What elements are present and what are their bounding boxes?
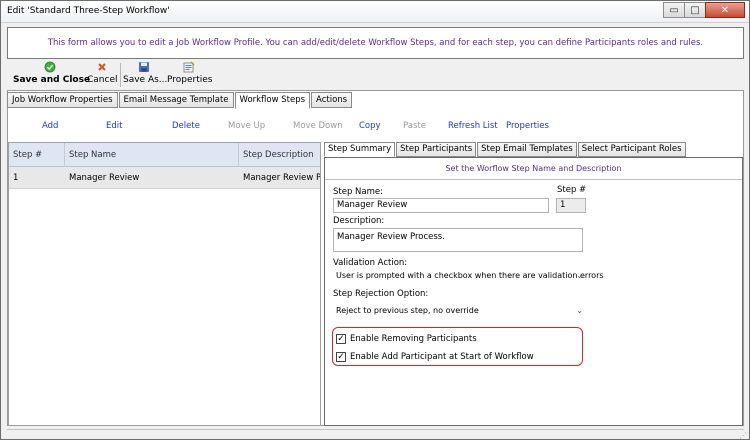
step-name-label: Step Name: — [333, 187, 383, 197]
maximize-icon: □ — [690, 5, 700, 16]
window-controls: ▭ □ ✕ — [663, 2, 745, 18]
step-number-label: Step # — [557, 185, 587, 195]
validation-action-label: Validation Action: — [333, 258, 408, 268]
cancel-button[interactable]: Cancel — [87, 61, 118, 89]
add-step-link[interactable]: Add — [42, 121, 58, 131]
enable-removing-participants-label: Enable Removing Participants — [350, 334, 477, 344]
column-header-step-description[interactable]: Step Description — [239, 143, 320, 167]
step-name-input[interactable]: Manager Review — [333, 198, 549, 213]
properties-toolbar-button[interactable]: Properties — [167, 61, 213, 89]
move-down-link[interactable]: Move Down — [293, 121, 343, 131]
properties-icon — [183, 61, 195, 73]
step-rejection-value: Reject to previous step, no override — [336, 306, 479, 315]
tab-step-email-templates[interactable]: Step Email Templates — [477, 142, 577, 157]
save-and-close-label: Save and Close — [13, 75, 91, 85]
properties-label: Properties — [167, 75, 213, 85]
save-and-close-button[interactable]: Save and Close — [13, 61, 91, 89]
title-bar: Edit 'Standard Three-Step Workflow' ▭ □ … — [1, 1, 749, 23]
edit-workflow-window: Edit 'Standard Three-Step Workflow' ▭ □ … — [0, 0, 750, 440]
column-header-step-number[interactable]: Step # — [9, 143, 65, 167]
copy-link[interactable]: Copy — [359, 121, 381, 131]
tab-email-message-template[interactable]: Email Message Template — [118, 92, 234, 108]
validation-action-select[interactable]: User is prompted with a checkbox when th… — [333, 268, 604, 284]
close-icon: ✕ — [720, 5, 730, 16]
tab-actions[interactable]: Actions — [311, 92, 353, 108]
step-rejection-select[interactable]: Reject to previous step, no override ⌄ — [333, 303, 585, 319]
maximize-button[interactable]: □ — [684, 2, 706, 18]
refresh-list-link[interactable]: Refresh List — [448, 121, 498, 131]
step-action-bar: Add Edit Delete Move Up Move Down Copy P… — [8, 115, 743, 137]
description-label: Description: — [333, 216, 385, 226]
cell-step-name: Manager Review — [69, 173, 140, 183]
properties-link[interactable]: Properties — [506, 121, 549, 131]
step-rejection-label: Step Rejection Option: — [333, 289, 429, 299]
description-textarea[interactable]: Manager Review Process. — [333, 228, 583, 252]
tab-job-workflow-properties[interactable]: Job Workflow Properties — [7, 92, 118, 108]
tab-step-summary[interactable]: Step Summary — [324, 142, 396, 157]
grid-header: Step # Step Name Step Description — [9, 143, 320, 167]
workflow-steps-grid: Step # Step Name Step Description 1 Mana… — [8, 142, 321, 426]
window-title: Edit 'Standard Three-Step Workflow' — [7, 6, 170, 16]
toolbar: Save and Close Cancel Save As... Propert… — [7, 61, 744, 89]
enable-removing-participants-checkbox[interactable]: ✓ — [336, 334, 346, 344]
validation-action-value: User is prompted with a checkbox when th… — [336, 271, 604, 280]
step-number-field: 1 — [556, 198, 586, 213]
step-tab-strip: Step Summary Step Participants Step Emai… — [324, 142, 687, 157]
column-header-step-name[interactable]: Step Name — [65, 143, 239, 167]
chevron-down-icon: ⌄ — [576, 271, 583, 280]
paste-link[interactable]: Paste — [403, 121, 426, 131]
close-window-button[interactable]: ✕ — [705, 2, 745, 18]
save-as-label: Save As... — [123, 75, 168, 85]
tab-select-participant-roles[interactable]: Select Participant Roles — [577, 142, 686, 157]
enable-removing-participants-row[interactable]: ✓ Enable Removing Participants — [336, 332, 477, 346]
enable-add-participant-row[interactable]: ✓ Enable Add Participant at Start of Wor… — [336, 350, 534, 364]
floppy-disk-icon — [139, 62, 149, 72]
delete-step-link[interactable]: Delete — [172, 121, 200, 131]
cancel-label: Cancel — [87, 75, 118, 85]
enable-add-participant-checkbox[interactable]: ✓ — [336, 352, 346, 362]
status-bar — [7, 429, 744, 437]
tab-workflow-steps[interactable]: Workflow Steps — [234, 92, 311, 109]
table-row[interactable]: 1 Manager Review Manager Review Process. — [9, 167, 321, 189]
info-banner: This form allows you to edit a Job Workf… — [7, 27, 744, 59]
move-up-link[interactable]: Move Up — [228, 121, 265, 131]
tab-step-participants[interactable]: Step Participants — [396, 142, 477, 157]
edit-step-link[interactable]: Edit — [106, 121, 122, 131]
minimize-button[interactable]: ▭ — [663, 2, 685, 18]
check-circle-icon — [44, 61, 56, 73]
enable-add-participant-label: Enable Add Participant at Start of Workf… — [350, 352, 534, 362]
toolbar-separator — [120, 63, 121, 87]
cell-step-number: 1 — [13, 173, 19, 183]
x-icon — [98, 63, 106, 71]
cell-step-description: Manager Review Process. — [243, 173, 321, 183]
chevron-down-icon: ⌄ — [576, 306, 583, 315]
save-as-button[interactable]: Save As... — [123, 61, 168, 89]
resize-grip-icon[interactable]: ⋰ — [739, 431, 747, 440]
main-tab-strip: Job Workflow Properties Email Message Te… — [7, 92, 353, 109]
minimize-icon: ▭ — [669, 5, 679, 16]
step-summary-description: Set the Worflow Step Name and Descriptio… — [325, 158, 742, 180]
